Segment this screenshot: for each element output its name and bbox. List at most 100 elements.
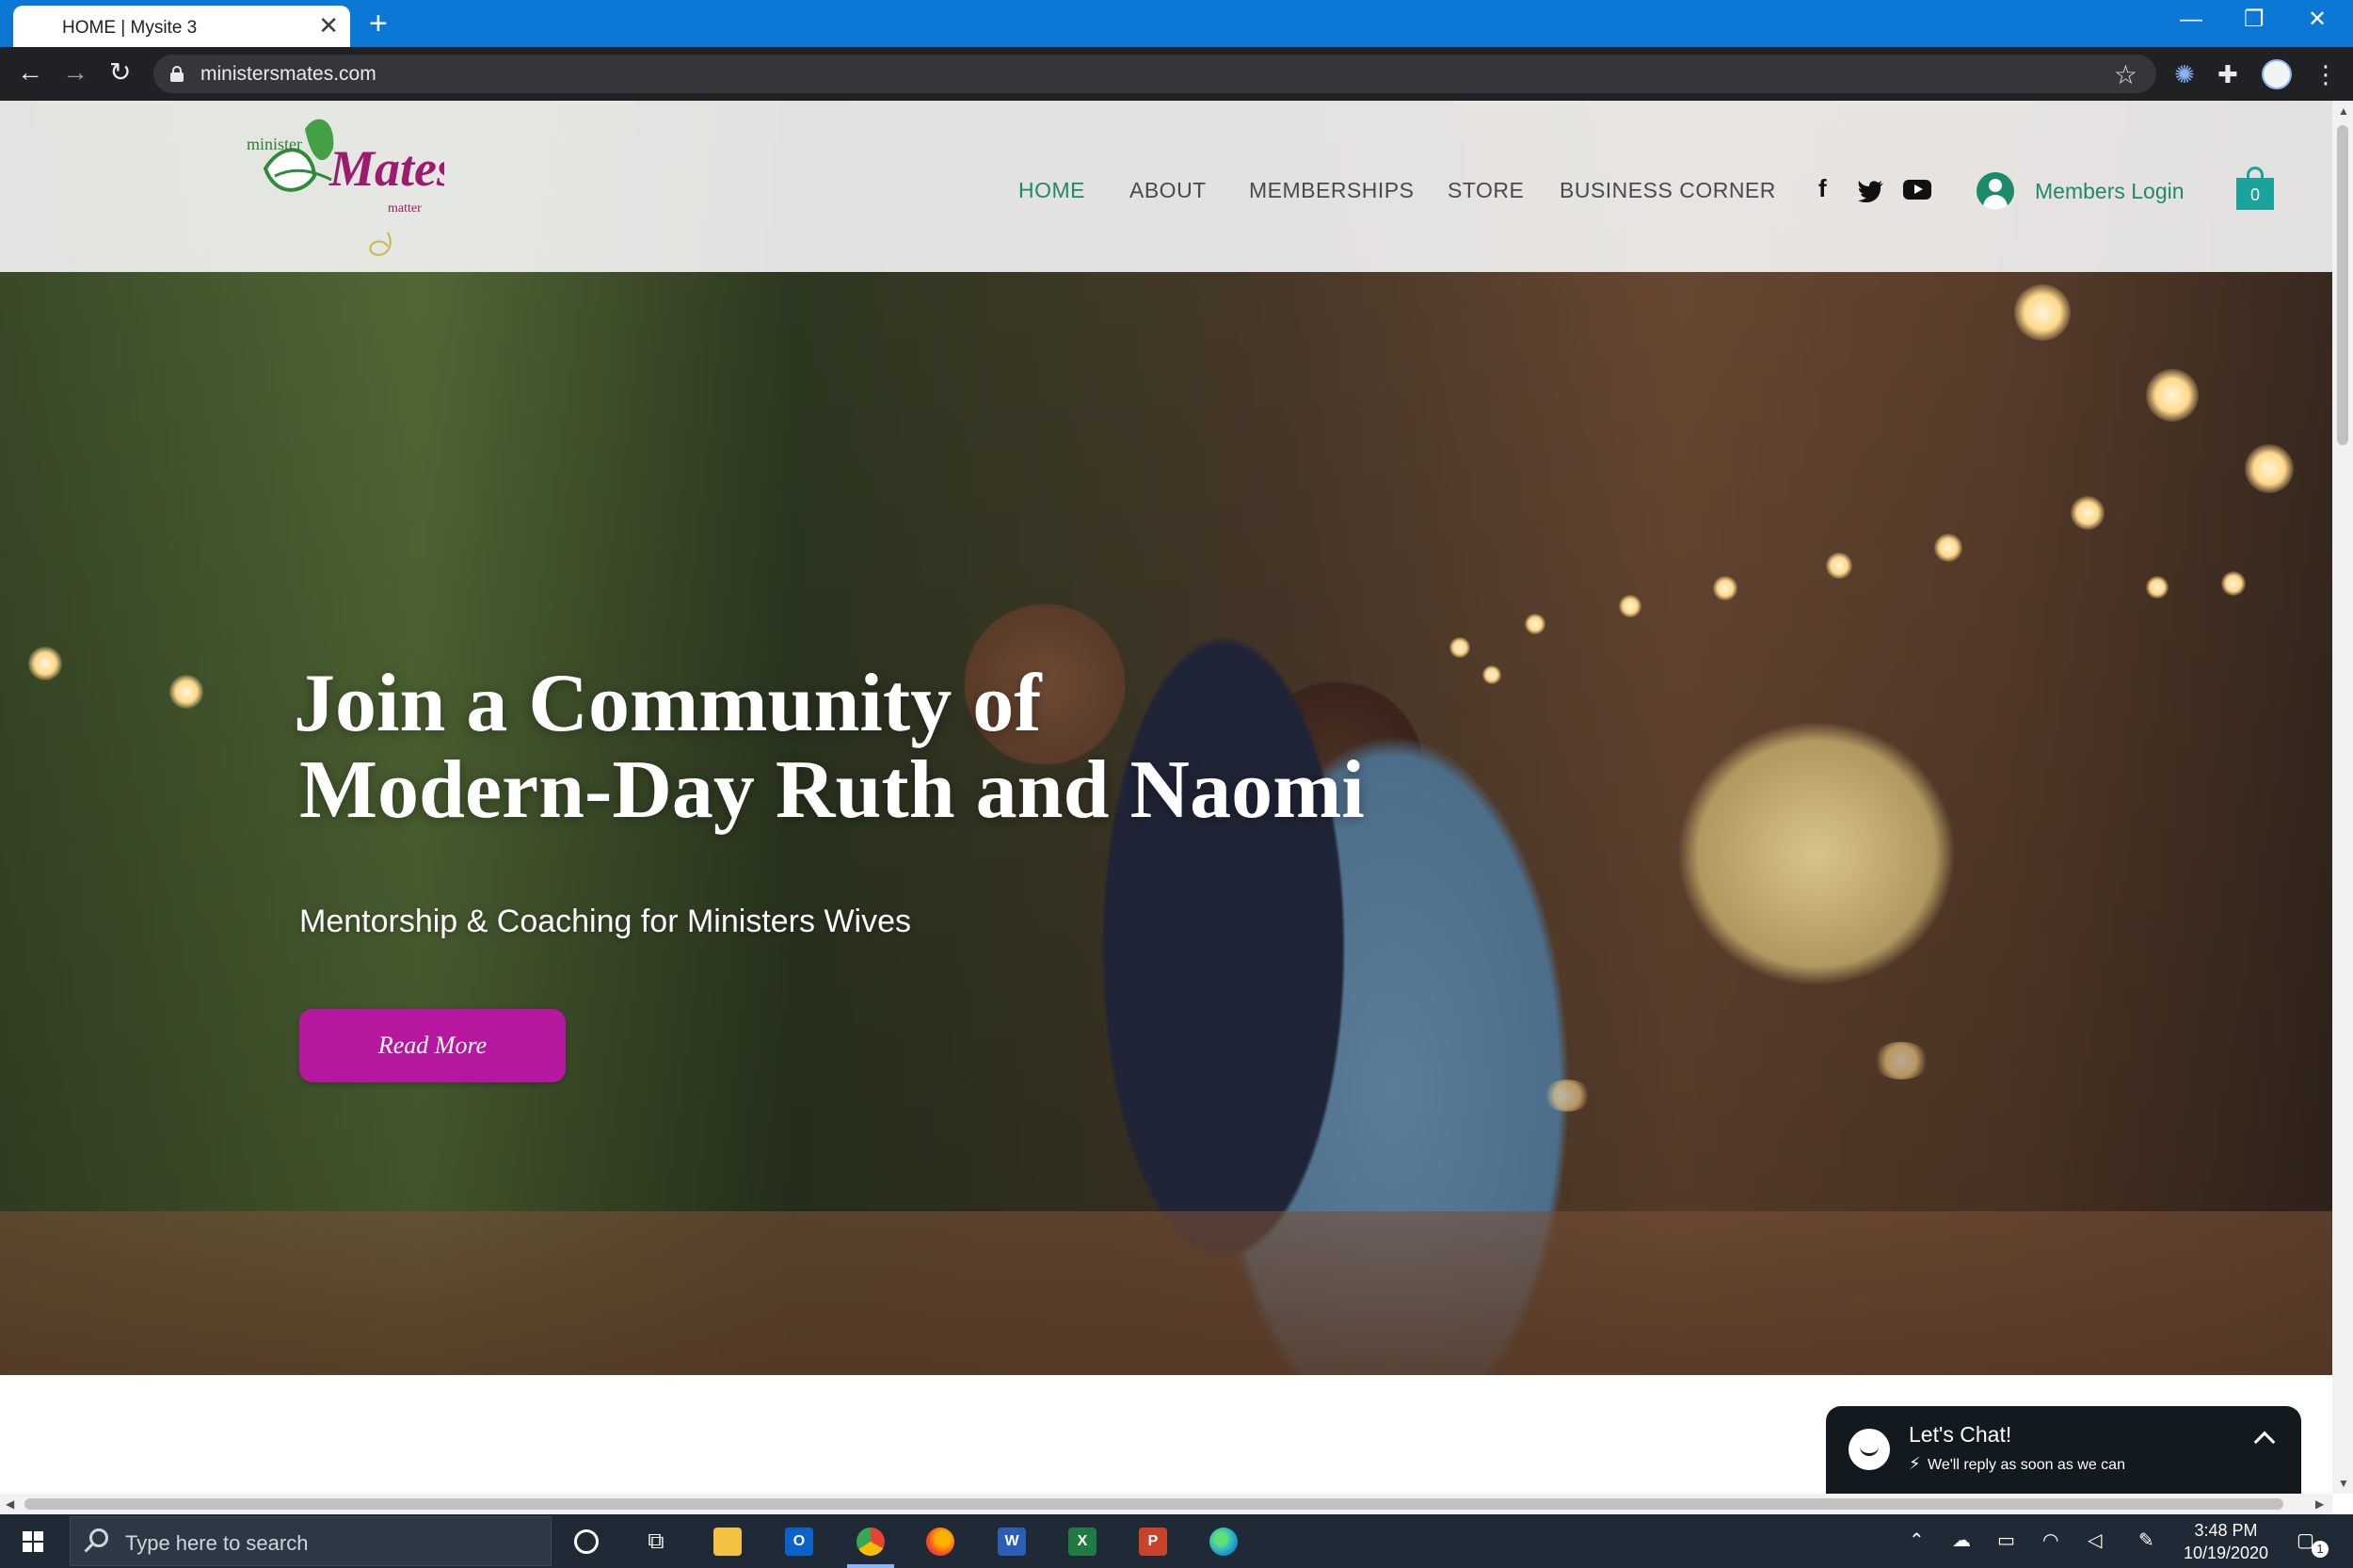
browser-tab[interactable]: HOME | Mysite 3 ✕ — [13, 6, 350, 47]
string-light — [1713, 576, 1737, 600]
string-light — [169, 675, 203, 709]
string-light — [2071, 496, 2105, 530]
cortana-icon[interactable] — [574, 1529, 599, 1554]
windows-taskbar: Type here to search ⧉ O W X P ⌃ ☁ ▭ ◠ ◁ … — [0, 1514, 2353, 1568]
minimize-icon[interactable]: — — [2180, 6, 2202, 34]
excel-icon[interactable]: X — [1068, 1528, 1096, 1556]
webpage: minister Mates matter HOME ABOUT MEMBERS… — [0, 101, 2332, 1494]
logo-small-text: minister — [247, 135, 302, 153]
nav-business-corner[interactable]: BUSINESS CORNER — [1560, 178, 1776, 203]
pen-icon[interactable]: ✎ — [2138, 1528, 2154, 1554]
tab-title: HOME | Mysite 3 — [62, 18, 198, 38]
restore-icon[interactable]: ❐ — [2244, 6, 2265, 34]
vertical-scroll-thumb[interactable] — [2337, 125, 2348, 445]
string-light — [1826, 552, 1852, 579]
hero-title-line-1: Join a Community of — [294, 658, 1042, 749]
horizontal-scrollbar[interactable]: ◀ ▶ — [0, 1494, 2332, 1514]
notification-count-badge: 1 — [2312, 1541, 2329, 1558]
hero-subtitle: Mentorship & Coaching for Ministers Wive… — [299, 904, 912, 939]
clock-time: 3:48 PM — [2194, 1521, 2258, 1540]
task-view-icon[interactable]: ⧉ — [642, 1528, 670, 1556]
string-light — [2146, 369, 2199, 422]
string-light — [1525, 614, 1545, 634]
tray-chevron-up-icon[interactable]: ⌃ — [1909, 1528, 1925, 1554]
extensions-puzzle-icon[interactable]: ✚ — [2217, 60, 2238, 88]
word-icon[interactable]: W — [998, 1528, 1026, 1556]
nav-memberships[interactable]: MEMBERSHIPS — [1249, 178, 1414, 203]
new-tab-button[interactable]: + — [369, 8, 388, 40]
string-light — [1619, 595, 1641, 617]
hero-title-line-2: Modern-Day Ruth and Naomi — [299, 744, 1365, 836]
extension-icon[interactable]: ✺ — [2174, 60, 2195, 88]
url-text[interactable]: ministersmates.com — [200, 63, 376, 86]
youtube-icon[interactable] — [1903, 180, 1931, 200]
string-light — [1449, 637, 1470, 658]
candle-light — [1873, 1042, 1929, 1080]
string-light — [2221, 571, 2246, 596]
clock-date: 10/19/2020 — [2183, 1544, 2269, 1562]
logo-brand-text: Mates — [328, 140, 444, 197]
twitter-icon[interactable] — [1858, 180, 1884, 202]
chat-subtitle: We'll reply as soon as we can — [1928, 1457, 2125, 1473]
scroll-right-icon[interactable]: ▶ — [2315, 1497, 2324, 1511]
shopping-bag-icon[interactable]: 0 — [2236, 167, 2274, 212]
taskbar-clock[interactable]: 3:48 PM 10/19/2020 — [2174, 1519, 2278, 1564]
scroll-down-icon[interactable]: ▼ — [2338, 1477, 2349, 1490]
taskbar-search-box[interactable]: Type here to search — [70, 1516, 552, 1566]
read-more-button[interactable]: Read More — [299, 1009, 566, 1082]
lightning-icon: ⚡ — [1909, 1454, 1921, 1473]
tab-close-icon[interactable]: ✕ — [318, 13, 339, 38]
firefox-icon[interactable] — [926, 1528, 954, 1556]
string-light — [2014, 284, 2071, 341]
logo-tagline: matter — [388, 201, 422, 216]
nav-home[interactable]: HOME — [1018, 178, 1085, 203]
onedrive-icon[interactable]: ☁ — [1952, 1528, 1971, 1554]
browser-menu-icon[interactable]: ⋮ — [2313, 60, 2338, 88]
candle-light — [1544, 1080, 1591, 1112]
forward-icon[interactable]: → — [62, 58, 88, 87]
volume-icon[interactable]: ◁ — [2088, 1528, 2102, 1554]
address-bar: ← → ↻ ministersmates.com ☆ ✺ ✚ ⋮ — [0, 47, 2353, 101]
string-light — [2245, 444, 2294, 493]
deck-floor — [0, 1211, 2332, 1375]
smiley-icon — [1849, 1429, 1890, 1470]
windows-start-icon[interactable] — [23, 1531, 43, 1552]
search-icon — [89, 1528, 108, 1547]
file-explorer-icon[interactable] — [713, 1528, 742, 1556]
profile-avatar[interactable] — [2262, 59, 2292, 89]
powerpoint-icon[interactable]: P — [1139, 1528, 1167, 1556]
browser-tab-bar: HOME | Mysite 3 ✕ + — ❐ ✕ — [0, 0, 2353, 47]
string-light — [28, 647, 62, 680]
active-app-indicator — [847, 1564, 894, 1568]
battery-icon[interactable]: ▭ — [1997, 1528, 2015, 1554]
lock-icon — [170, 66, 184, 82]
chat-title: Let's Chat! — [1909, 1422, 2012, 1447]
wifi-icon[interactable]: ◠ — [2042, 1528, 2058, 1554]
back-icon[interactable]: ← — [17, 58, 43, 87]
bookmark-star-icon[interactable]: ☆ — [2114, 59, 2137, 90]
cart-count: 0 — [2249, 185, 2260, 204]
chat-widget[interactable]: Let's Chat! ⚡ We'll reply as soon as we … — [1826, 1406, 2301, 1494]
site-logo[interactable]: minister Mates matter — [247, 110, 444, 270]
site-header: minister Mates matter HOME ABOUT MEMBERS… — [0, 101, 2332, 272]
taskbar-search-placeholder: Type here to search — [125, 1531, 309, 1555]
facebook-icon[interactable]: f — [1818, 174, 1827, 202]
edge-icon[interactable] — [1209, 1528, 1238, 1556]
window-close-icon[interactable]: ✕ — [2308, 6, 2327, 34]
horizontal-scroll-thumb[interactable] — [24, 1498, 2283, 1510]
user-avatar-icon[interactable] — [1977, 172, 2014, 210]
nav-store[interactable]: STORE — [1448, 178, 1524, 203]
omnibox[interactable]: ministersmates.com ☆ — [153, 55, 2156, 93]
nav-about[interactable]: ABOUT — [1129, 178, 1207, 203]
scroll-left-icon[interactable]: ◀ — [6, 1497, 14, 1511]
chevron-up-icon[interactable] — [2253, 1431, 2276, 1453]
hero-section: minister Mates matter HOME ABOUT MEMBERS… — [0, 101, 2332, 1375]
chrome-icon[interactable] — [856, 1528, 885, 1556]
outlook-icon[interactable]: O — [785, 1528, 813, 1556]
string-light — [2146, 576, 2169, 599]
hero-title: Join a Community of Modern-Day Ruth and … — [294, 661, 1611, 834]
scroll-up-icon[interactable]: ▲ — [2338, 104, 2349, 118]
vertical-scrollbar[interactable]: ▲ ▼ — [2332, 101, 2353, 1494]
members-login-link[interactable]: Members Login — [2035, 179, 2185, 204]
reload-icon[interactable]: ↻ — [109, 58, 131, 87]
